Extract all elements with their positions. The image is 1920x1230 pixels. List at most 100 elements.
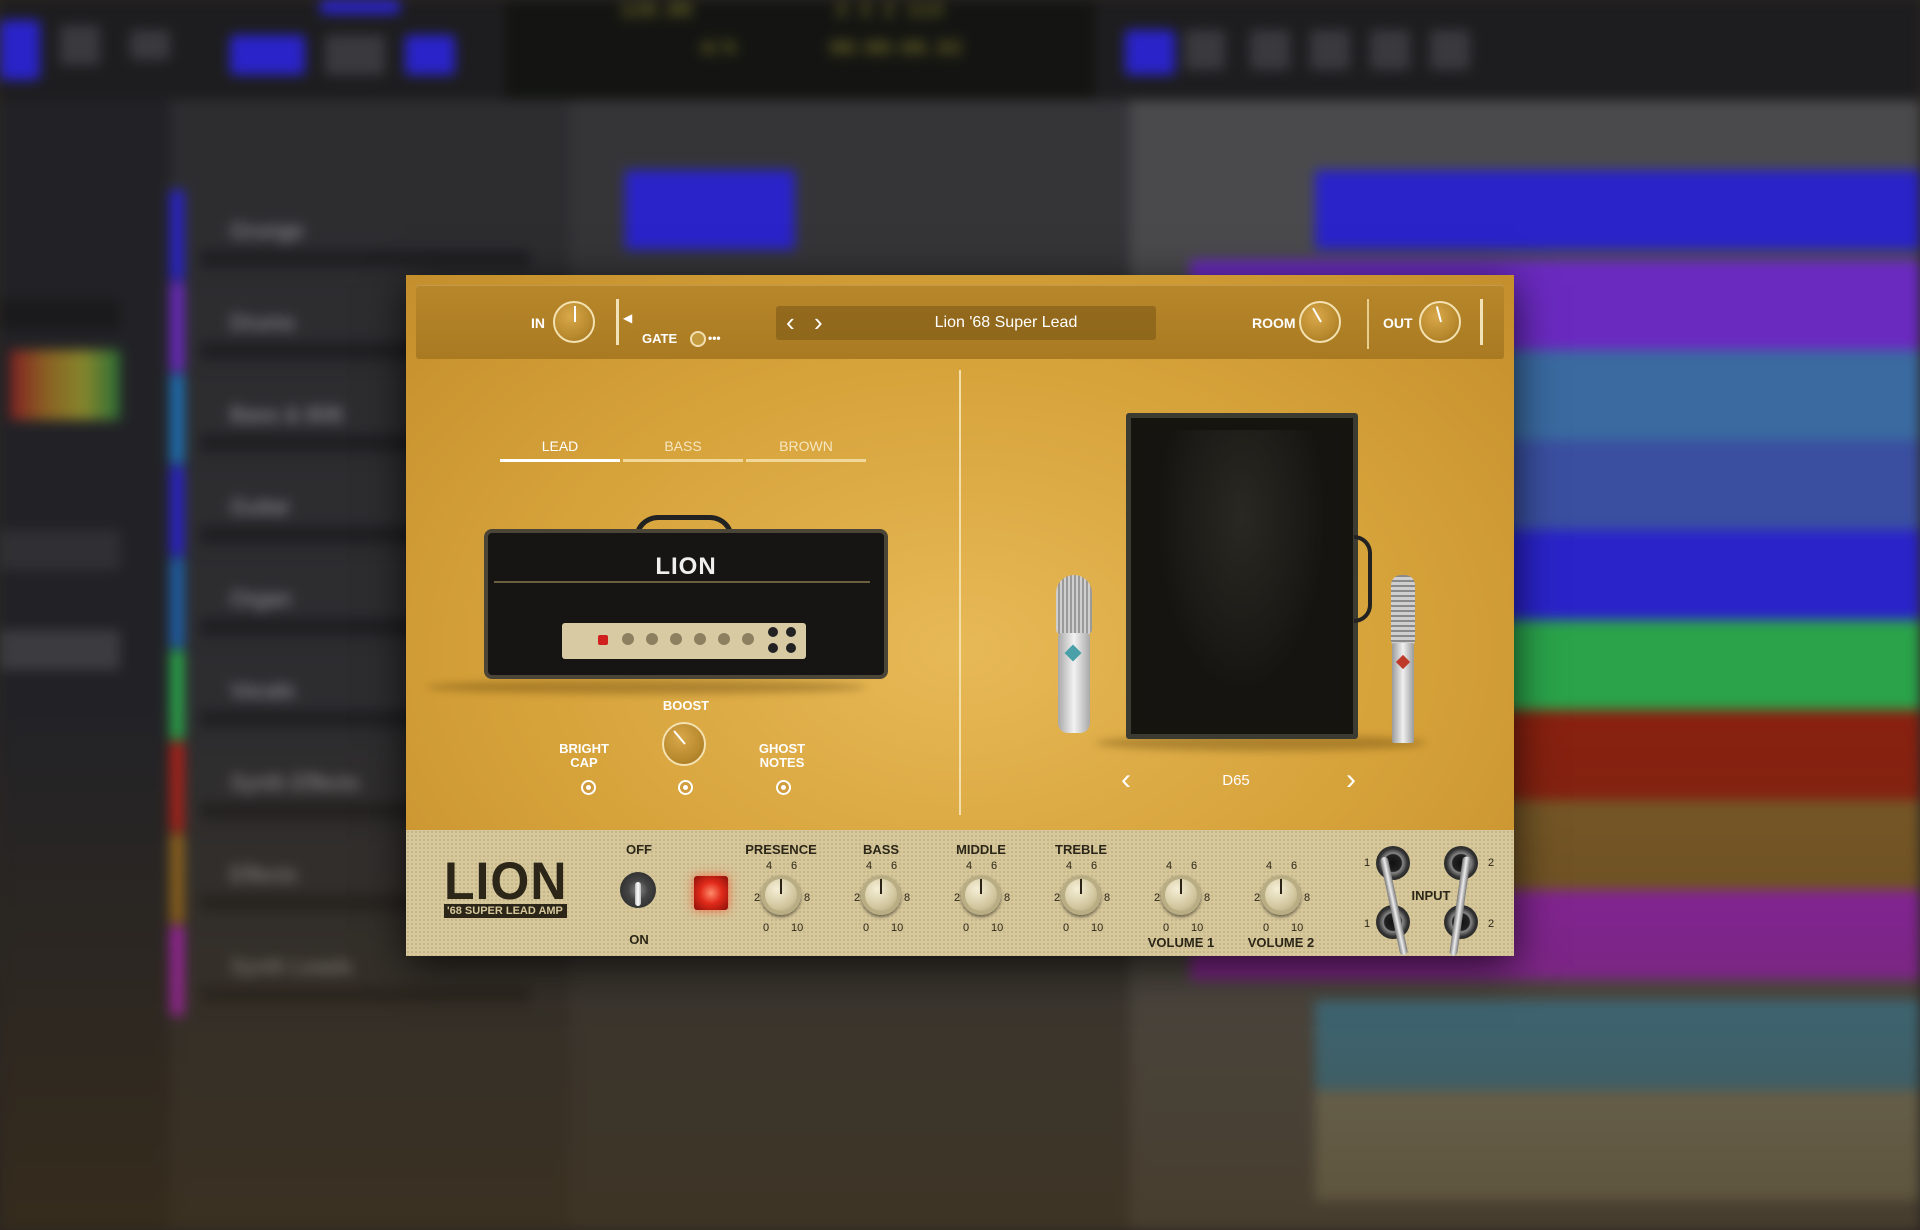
volume-1-bottom-label: VOLUME 1 (1147, 935, 1215, 950)
lion-brand-logo: LION '68 SUPER LEAD AMP (444, 851, 568, 918)
bright-cap-toggle[interactable] (581, 780, 596, 795)
output-label: OUT (1383, 315, 1413, 331)
volume-2-knob[interactable] (1261, 875, 1301, 915)
room-knob[interactable] (1299, 301, 1341, 343)
scale-number: 4 (1166, 860, 1173, 872)
boost-knob[interactable] (662, 722, 706, 766)
input-knob[interactable] (553, 301, 595, 343)
knob-pointer (1080, 879, 1082, 894)
scale-number: 4 (966, 860, 973, 872)
speaker-cabinet-image (1126, 413, 1358, 739)
treble-knob[interactable] (1061, 875, 1101, 915)
gate-label: GATE (642, 331, 678, 346)
toolbar-divider (1367, 299, 1369, 349)
scale-number: 8 (1104, 892, 1111, 904)
track-meter (200, 250, 530, 268)
lcd-signature: 4/4 (700, 38, 737, 61)
daw-tool-button[interactable] (130, 30, 170, 60)
boost-label: BOOST (662, 698, 710, 713)
knob-pointer (780, 879, 782, 894)
scale-number: 2 (1154, 892, 1161, 904)
scale-number: 4 (866, 860, 873, 872)
input-label: IN (531, 315, 545, 331)
track-name: Grunge (230, 218, 304, 243)
room-label: ROOM (1252, 315, 1296, 331)
daw-track-header[interactable]: Grunge (170, 190, 570, 281)
channel-control-volume-2: 4 6 2 8 0 10 VOLUME 2 (1231, 830, 1331, 956)
daw-lcd-display: 120.00 4/4 3 3 2 113 00:00:08.82 (505, 0, 1095, 100)
middle-knob[interactable] (961, 875, 1001, 915)
gate-more-button[interactable]: ••• (708, 331, 721, 345)
power-switch[interactable] (620, 872, 656, 908)
tab-brown[interactable]: BROWN (746, 438, 866, 454)
track-color-strip (170, 558, 184, 648)
track-color-strip (170, 282, 184, 372)
boost-toggle[interactable] (678, 780, 693, 795)
ribbon-mic-image[interactable] (1388, 575, 1418, 743)
scale-number: 8 (804, 892, 811, 904)
scale-number: 8 (1304, 892, 1311, 904)
middle-label: MIDDLE (956, 842, 1006, 857)
scale-number: 2 (1054, 892, 1061, 904)
daw-tool-button[interactable] (0, 20, 40, 80)
input-jack-number: 2 (1488, 857, 1495, 869)
volume-1-knob[interactable] (1161, 875, 1201, 915)
tab-lead[interactable]: LEAD (500, 438, 620, 454)
preset-selector[interactable]: ‹ › Lion '68 Super Lead (776, 306, 1156, 340)
lcd-time: 00:00:08.82 (830, 38, 963, 61)
knob-pointer (1180, 879, 1182, 894)
scale-number: 4 (1266, 860, 1273, 872)
power-on-label: ON (629, 932, 649, 947)
condenser-mic-image[interactable] (1054, 575, 1094, 740)
daw-tool-button[interactable] (1185, 30, 1225, 70)
daw-tool-button[interactable] (320, 0, 400, 14)
preset-next-button[interactable]: › (814, 309, 823, 335)
scale-number: 2 (754, 892, 761, 904)
region[interactable] (1315, 170, 1920, 250)
daw-tool-button[interactable] (1125, 30, 1175, 75)
presence-knob[interactable] (761, 875, 801, 915)
lcd-tempo: 120.00 (620, 0, 693, 23)
scale-number: 4 (766, 860, 773, 872)
scale-number: 10 (1091, 922, 1104, 934)
cabinet-prev-button[interactable]: ‹ (1121, 765, 1131, 795)
bright-cap-label: BRIGHT CAP (559, 741, 609, 770)
daw-color-palette (10, 350, 120, 420)
daw-record-button[interactable] (230, 35, 305, 75)
channel-control-bass: BASS 4 6 2 8 0 10 (831, 830, 931, 956)
ghost-notes-toggle[interactable] (776, 780, 791, 795)
tab-bass[interactable]: BASS (623, 438, 743, 454)
cabinet-next-button[interactable]: › (1346, 765, 1356, 795)
bass-knob[interactable] (861, 875, 901, 915)
scale-number: 0 (863, 922, 870, 934)
gate-threshold-marker[interactable]: ◀ (623, 311, 632, 325)
lion-amp-plugin-window: IN ◀ GATE ••• ‹ › Lion '68 Super Lead RO… (406, 275, 1514, 956)
scale-number: 0 (1063, 922, 1070, 934)
power-off-label: OFF (626, 842, 652, 857)
clip[interactable] (625, 170, 795, 250)
scale-number: 0 (963, 922, 970, 934)
scale-number: 6 (1091, 860, 1098, 872)
tab-bass-underline (623, 459, 743, 462)
treble-label: TREBLE (1055, 842, 1107, 857)
lcd-bar: 3 3 2 113 (835, 0, 944, 23)
amp-head-control-panel (562, 623, 806, 659)
preset-name: Lion '68 Super Lead (934, 314, 1078, 331)
daw-tool-button[interactable] (405, 35, 455, 75)
gate-toggle[interactable] (690, 331, 706, 347)
preset-prev-button[interactable]: ‹ (786, 309, 795, 335)
scale-number: 6 (891, 860, 898, 872)
input-meter (616, 299, 619, 345)
output-knob[interactable] (1419, 301, 1461, 343)
daw-tool-button[interactable] (1250, 30, 1290, 70)
cabinet-handle (1354, 535, 1372, 623)
daw-tool-button[interactable] (1430, 30, 1470, 70)
daw-tool-button[interactable] (1370, 30, 1410, 70)
power-pilot-light (694, 876, 728, 910)
scale-number: 10 (991, 922, 1004, 934)
daw-tool-button[interactable] (1310, 30, 1350, 70)
daw-tool-button[interactable] (60, 25, 100, 65)
daw-tool-button[interactable] (325, 35, 385, 75)
section-divider (959, 370, 961, 815)
track-color-strip (170, 190, 184, 280)
